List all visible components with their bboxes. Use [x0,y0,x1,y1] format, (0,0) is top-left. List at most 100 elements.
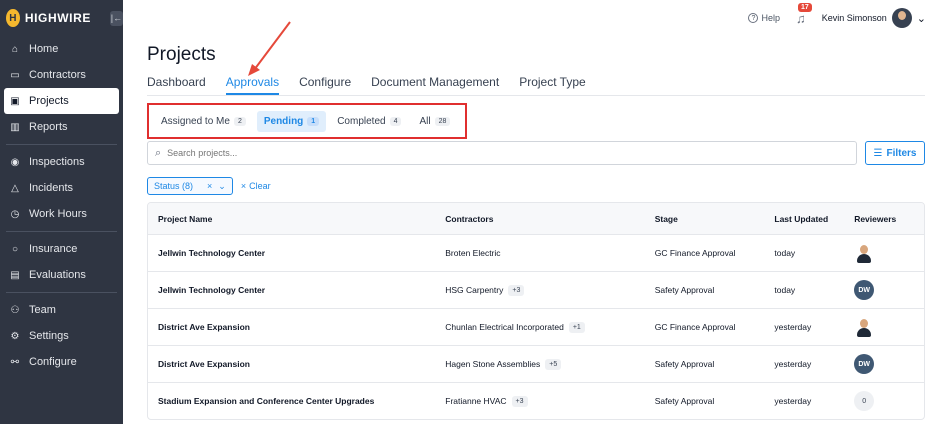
contractors-cell: Chunlan Electrical Incorporated +1 [445,321,654,333]
sidebar-item-team[interactable]: ⚇ Team [0,297,123,323]
more-contractors-badge[interactable]: +5 [545,358,562,370]
table-row[interactable]: District Ave Expansion Hagen Stone Assemb… [148,345,924,382]
contractors-cell: Broten Electric [445,248,654,258]
filters-button[interactable]: ☰ Filters [865,141,925,165]
brand: H HIGHWIRE |← [0,0,123,36]
search-icon: ⌕ [155,146,162,159]
home-icon: ⌂ [11,43,19,55]
status-filter-chip[interactable]: Status (8) × ⌄ [147,177,233,195]
reviewers-cell: 0 [854,391,924,411]
filter-tab-label: Pending [263,115,304,127]
inspections-icon: ◉ [10,156,20,168]
close-icon[interactable]: × [207,181,212,192]
tab-document-management[interactable]: Document Management [371,75,499,95]
approvals-table: Project Name Contractors Stage Last Updated… [147,202,925,420]
sidebar-item-label: Projects [29,95,69,107]
search-box[interactable]: ⌕ [147,141,857,165]
stage: GC Finance Approval [654,248,736,258]
collapse-sidebar-icon[interactable]: |← [109,10,123,26]
sidebar-item-projects[interactable]: ▣ Projects [4,88,119,114]
sidebar-item-settings[interactable]: ⚙ Settings [0,323,123,349]
sidebar-item-home[interactable]: ⌂ Home [0,36,123,62]
last-updated: today [774,248,796,258]
filter-tab-assigned-to-me[interactable]: Assigned to Me 2 [154,111,253,132]
table-row[interactable]: Jellwin Technology Center HSG Carpentry +3… [148,271,924,308]
sidebar-item-label: Evaluations [29,269,86,281]
filter-tab-label: Assigned to Me [161,115,230,127]
search-input[interactable] [167,148,856,158]
reviewers-cell: DW [854,354,924,374]
sidebar-item-label: Configure [29,356,77,368]
sidebar-item-configure[interactable]: ⚯ Configure [0,349,123,375]
column-header: Last Updated [774,213,829,224]
last-updated: yesterday [774,322,812,332]
sidebar-item-insurance[interactable]: ○ Insurance [0,236,123,262]
table-row[interactable]: Stadium Expansion and Conference Center … [148,382,924,419]
more-contractors-badge[interactable]: +3 [508,284,525,296]
column-header: Reviewers [854,213,897,224]
chevron-down-icon[interactable]: ⌄ [218,181,226,192]
table-row[interactable]: Jellwin Technology Center Broten Electric… [148,234,924,271]
project-name[interactable]: Jellwin Technology Center [148,285,445,295]
sidebar-item-work-hours[interactable]: ◷ Work Hours [0,201,123,227]
contractor-name: Chunlan Electrical Incorporated [445,322,564,332]
project-name[interactable]: District Ave Expansion [148,322,445,332]
table-header: Project Name Contractors Stage Last Updated… [148,203,924,234]
stage: GC Finance Approval [654,322,736,332]
sidebar-item-label: Inspections [29,156,85,168]
tab-dashboard[interactable]: Dashboard [147,75,206,95]
clear-filters-button[interactable]: × Clear [241,181,271,191]
stage: Safety Approval [654,359,715,369]
sidebar-item-label: Insurance [29,243,78,255]
last-updated: today [774,285,796,295]
table-row[interactable]: District Ave Expansion Chunlan Electrical… [148,308,924,345]
last-updated: yesterday [774,396,812,406]
contractor-name: Broten Electric [445,248,501,258]
sidebar-item-label: Incidents [29,182,74,194]
reports-icon: ▥ [10,121,20,133]
sidebar-item-inspections[interactable]: ◉ Inspections [0,149,123,175]
sidebar-item-evaluations[interactable]: ▤ Evaluations [0,262,123,288]
user-menu[interactable]: Kevin Simonson ⌄ [822,8,926,28]
sidebar-nav: ⌂ Home ▭ Contractors ▣ Projects ▥ Reports ◉ Inspe… [0,36,123,375]
project-name[interactable]: Stadium Expansion and Conference Center … [148,396,445,406]
reviewer-avatar[interactable] [854,243,875,263]
brand-name: HIGHWIRE [24,11,91,25]
annotation-arrow [248,21,291,76]
filter-tab-pending[interactable]: Pending 1 [256,110,327,132]
filter-tab-completed[interactable]: Completed 4 [330,111,408,132]
stage: Safety Approval [654,396,715,406]
reviewer-avatar[interactable]: 0 [854,391,875,411]
tab-approvals[interactable]: Approvals [225,75,280,95]
notification-badge: 17 [797,2,812,12]
bell-icon[interactable]: ♫ 17 [796,2,812,26]
project-name[interactable]: District Ave Expansion [148,359,445,369]
sidebar-item-contractors[interactable]: ▭ Contractors [0,62,123,88]
sidebar-item-reports[interactable]: ▥ Reports [0,114,123,140]
filter-tab-label: All [419,115,431,127]
project-name[interactable]: Jellwin Technology Center [148,248,445,258]
reviewer-avatar[interactable]: DW [854,280,875,300]
sidebar-divider [6,144,117,145]
reviewer-avatar[interactable] [854,317,875,337]
sidebar-item-label: Team [29,304,56,316]
insurance-icon: ○ [11,243,19,255]
tab-configure[interactable]: Configure [299,75,351,95]
sidebar-item-label: Contractors [29,69,86,81]
sidebar-item-incidents[interactable]: △ Incidents [0,175,123,201]
filter-tab-count: 28 [434,116,451,126]
filter-tab-count: 4 [389,116,402,126]
column-header: Contractors [445,213,494,224]
tab-project-type[interactable]: Project Type [519,75,585,95]
team-icon: ⚇ [10,304,20,316]
reviewer-avatar[interactable]: DW [854,354,875,374]
sidebar-item-label: Reports [29,121,68,133]
more-contractors-badge[interactable]: +3 [511,395,528,407]
more-contractors-badge[interactable]: +1 [568,321,585,333]
filter-tab-count: 1 [307,116,320,126]
help-link[interactable]: ? Help [748,13,780,23]
clear-icon: × [240,181,247,191]
sidebar-item-label: Settings [29,330,69,342]
filter-tab-all[interactable]: All 28 [412,111,457,132]
projects-icon: ▣ [10,95,20,107]
